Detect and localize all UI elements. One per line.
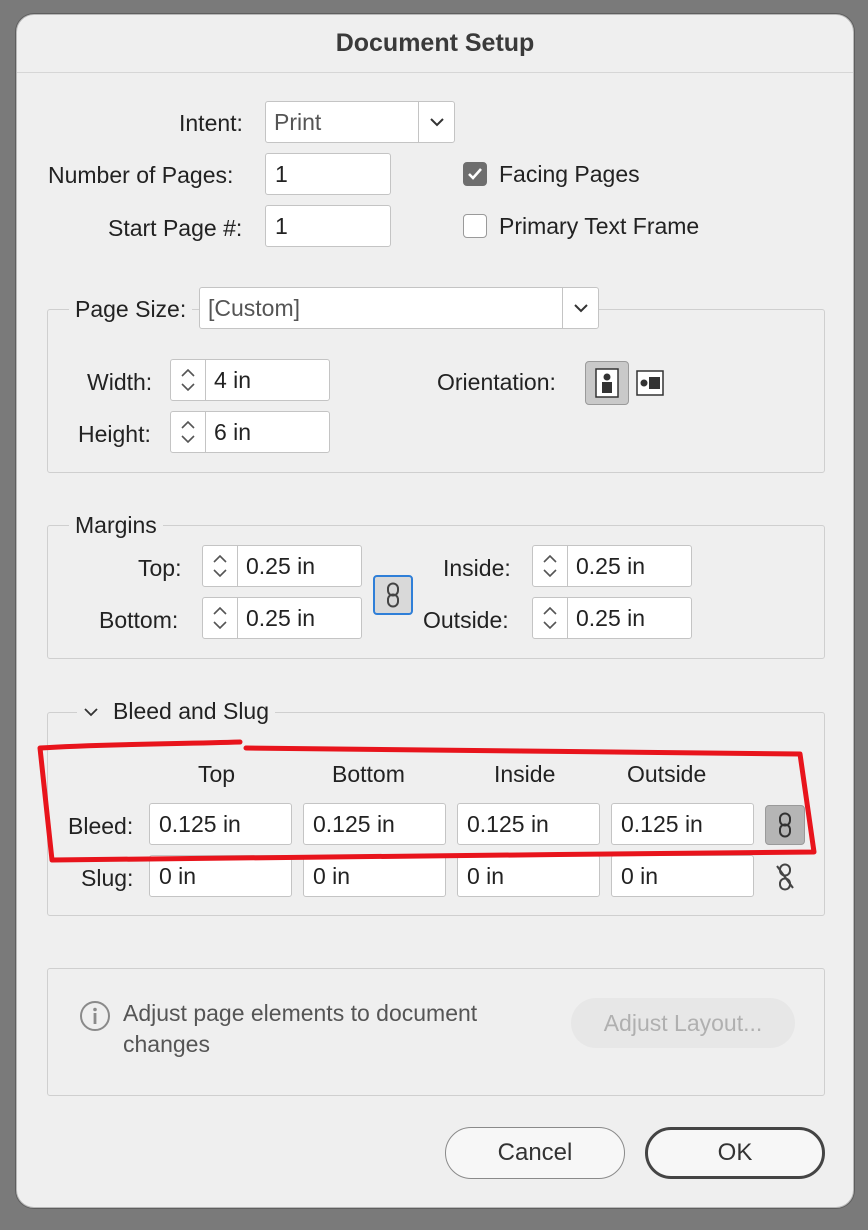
chain-link-icon bbox=[779, 812, 791, 838]
facing-pages-label: Facing Pages bbox=[499, 161, 640, 187]
intent-value: Print bbox=[274, 108, 322, 135]
height-label: Height: bbox=[78, 421, 151, 447]
margin-outside-value: 0.25 in bbox=[576, 604, 646, 631]
primary-text-frame-label: Primary Text Frame bbox=[499, 213, 700, 239]
adjust-info-text: Adjust page elements to document changes bbox=[123, 998, 477, 1060]
bleed-col-outside: Outside bbox=[627, 761, 707, 787]
info-icon bbox=[79, 1000, 111, 1032]
adjust-info-line1: Adjust page elements to document bbox=[123, 1000, 478, 1026]
stepper-arrows-icon[interactable] bbox=[203, 598, 238, 638]
bleed-bottom-input[interactable]: 0.125 in bbox=[303, 803, 446, 845]
bleed-slug-disclosure[interactable]: Bleed and Slug bbox=[77, 698, 276, 725]
margin-outside-label: Outside: bbox=[423, 607, 509, 633]
stepper-arrows-icon[interactable] bbox=[533, 546, 568, 586]
margin-inside-stepper[interactable]: 0.25 in bbox=[532, 545, 692, 587]
bleed-col-inside: Inside bbox=[494, 761, 556, 787]
slug-top-input[interactable]: 0 in bbox=[149, 855, 292, 897]
margin-inside-value: 0.25 in bbox=[576, 552, 646, 579]
slug-link-button[interactable] bbox=[765, 857, 805, 897]
landscape-icon bbox=[636, 370, 664, 396]
adjust-layout-button[interactable]: Adjust Layout... bbox=[571, 998, 795, 1048]
chevron-down-icon bbox=[562, 288, 598, 328]
page-size-label: Page Size: bbox=[69, 296, 193, 323]
page-size-dropdown[interactable]: [Custom] bbox=[199, 287, 599, 329]
slug-inside-input[interactable]: 0 in bbox=[457, 855, 600, 897]
stepper-arrows-icon[interactable] bbox=[533, 598, 568, 638]
stepper-arrows-icon[interactable] bbox=[203, 546, 238, 586]
intent-label: Intent: bbox=[179, 110, 243, 136]
bleed-outside-input[interactable]: 0.125 in bbox=[611, 803, 754, 845]
chain-link-icon bbox=[387, 582, 399, 608]
bleed-col-bottom: Bottom bbox=[332, 761, 405, 787]
margin-inside-label: Inside: bbox=[443, 555, 511, 581]
orientation-portrait-button[interactable] bbox=[585, 361, 629, 405]
chevron-down-icon bbox=[418, 102, 454, 142]
orientation-label: Orientation: bbox=[437, 369, 556, 395]
bleed-top-input[interactable]: 0.125 in bbox=[149, 803, 292, 845]
primary-text-frame-checkbox[interactable] bbox=[463, 214, 487, 238]
orientation-landscape-button[interactable] bbox=[635, 367, 665, 399]
pages-input[interactable]: 1 bbox=[265, 153, 391, 195]
margins-group bbox=[47, 525, 825, 659]
margins-legend: Margins bbox=[69, 512, 163, 539]
portrait-icon bbox=[595, 368, 619, 398]
stepper-arrows-icon[interactable] bbox=[171, 412, 206, 452]
slug-outside-input[interactable]: 0 in bbox=[611, 855, 754, 897]
checkmark-icon bbox=[468, 168, 482, 180]
margin-bottom-value: 0.25 in bbox=[246, 604, 316, 631]
document-setup-dialog: Document Setup Intent: Print Number of P… bbox=[16, 14, 854, 1208]
cancel-button[interactable]: Cancel bbox=[445, 1127, 625, 1179]
bleed-col-top: Top bbox=[198, 761, 236, 787]
page-size-value: [Custom] bbox=[208, 294, 301, 321]
height-stepper[interactable]: 6 in bbox=[170, 411, 330, 453]
stepper-arrows-icon[interactable] bbox=[171, 360, 206, 400]
page-size-group bbox=[47, 309, 825, 473]
margins-link-button[interactable] bbox=[373, 575, 413, 615]
broken-chain-link-icon bbox=[776, 863, 794, 891]
slug-bottom-input[interactable]: 0 in bbox=[303, 855, 446, 897]
margin-outside-stepper[interactable]: 0.25 in bbox=[532, 597, 692, 639]
margin-bottom-stepper[interactable]: 0.25 in bbox=[202, 597, 362, 639]
margin-bottom-label: Bottom: bbox=[99, 607, 179, 633]
facing-pages-checkbox[interactable] bbox=[463, 162, 487, 186]
bleed-label: Bleed: bbox=[68, 813, 134, 839]
height-value: 6 in bbox=[214, 418, 252, 445]
margin-top-label: Top: bbox=[138, 555, 182, 581]
margin-top-stepper[interactable]: 0.25 in bbox=[202, 545, 362, 587]
bleed-link-button[interactable] bbox=[765, 805, 805, 845]
bleed-inside-input[interactable]: 0.125 in bbox=[457, 803, 600, 845]
dialog-title: Document Setup bbox=[17, 15, 853, 73]
ok-button[interactable]: OK bbox=[645, 1127, 825, 1179]
adjust-info-line2: changes bbox=[123, 1031, 210, 1057]
slug-label: Slug: bbox=[81, 865, 134, 891]
width-stepper[interactable]: 4 in bbox=[170, 359, 330, 401]
chevron-down-icon bbox=[84, 707, 98, 716]
margin-top-value: 0.25 in bbox=[246, 552, 316, 579]
pages-label: Number of Pages: bbox=[48, 162, 234, 188]
start-page-input[interactable]: 1 bbox=[265, 205, 391, 247]
width-label: Width: bbox=[87, 369, 153, 395]
width-value: 4 in bbox=[214, 366, 252, 393]
bleed-slug-legend: Bleed and Slug bbox=[113, 698, 270, 724]
intent-dropdown[interactable]: Print bbox=[265, 101, 455, 143]
start-page-label: Start Page #: bbox=[108, 215, 243, 241]
